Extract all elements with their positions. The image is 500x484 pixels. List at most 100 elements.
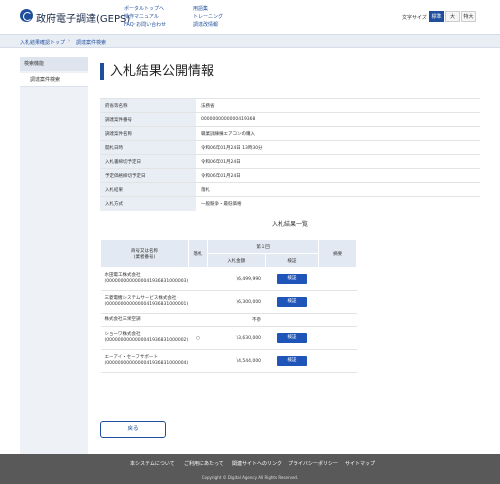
case-info-table: 府省等名称 法務省 調達案件番号 0000000000000419368 調達案件名… — [100, 98, 480, 211]
col-awarded-header: 落札 — [187, 239, 208, 268]
vendor-name: 水田電工株式会社 — [104, 273, 141, 278]
info-label: 府省等名称 — [100, 98, 196, 113]
vendor-name: 三菱電機システムサービス株式会社 — [104, 296, 177, 301]
info-value: 法務省 — [196, 98, 480, 113]
summary-cell — [318, 326, 357, 350]
amount-cell: \3,630,000 — [207, 326, 266, 350]
summary-cell — [318, 313, 357, 327]
awarded-cell — [188, 290, 208, 314]
info-value: 0000000000000419368 — [196, 112, 480, 127]
header-link-procurement-info[interactable]: 調達改情報 — [193, 21, 218, 28]
geps-logo-icon[interactable] — [20, 9, 33, 22]
verify-button[interactable]: 検証 — [276, 356, 307, 366]
col-vendor-sublabel: (業者番号) — [133, 254, 156, 260]
font-size-xlarge-button[interactable]: 特大 — [461, 11, 476, 22]
site-logo-text[interactable]: 政府電子調達(GEPS) — [36, 10, 130, 25]
vendor-name: エーアイ・セーフサポート — [104, 355, 158, 360]
footer-link-usage[interactable]: ご利用にあたって — [184, 460, 224, 467]
info-label: 予定価格締切予定日 — [100, 168, 196, 183]
back-button[interactable]: 戻る — [100, 421, 166, 438]
results-title: 入札結果一覧 — [271, 221, 308, 228]
page-title: 入札結果公開情報 — [110, 64, 215, 79]
info-row: 調達案件名称 職業訓練棟エアコンの購入 — [100, 126, 480, 141]
header-link-portal-top[interactable]: ポータルトップへ — [124, 5, 164, 12]
verify-button[interactable]: 検証 — [276, 274, 307, 284]
col-vendor-label: 商号又は名称 — [130, 248, 158, 254]
info-row: 入札書締切予定日 令和06年01月24日 — [100, 154, 480, 169]
info-label: 入札結果 — [100, 182, 196, 197]
table-row: 株式会社三栄空調 不参 — [100, 313, 357, 327]
breadcrumb-separator: › — [68, 38, 70, 44]
header-link-faq[interactable]: FAQ･お問い合わせ — [124, 21, 166, 28]
vendor-cell: 水田電工株式会社 (0000000000000041936831000003) — [100, 267, 189, 291]
info-label: 調達案件名称 — [100, 126, 196, 141]
table-row: 水田電工株式会社 (0000000000000041936831000003) \… — [100, 267, 357, 291]
amount-cell: 不参 — [207, 313, 266, 327]
awarded-cell — [188, 267, 208, 291]
footer-link-about[interactable]: 本システムについて — [130, 460, 175, 467]
info-label: 入札方式 — [100, 196, 196, 211]
summary-cell — [318, 349, 357, 373]
page-title-accent — [100, 63, 104, 80]
vendor-code: (0000000000000041936831000003) — [104, 279, 189, 284]
copyright-text: Copyright © Digital Agency All Rights Re… — [201, 475, 299, 480]
col-summary-header: 摘要 — [318, 239, 357, 268]
info-value: 令和06年01月24日 — [196, 154, 480, 169]
vendor-cell: 三菱電機システムサービス株式会社 (00000000000000419368310… — [100, 290, 189, 314]
verify-cell: 検証 — [265, 290, 319, 314]
amount-cell: \6,300,000 — [207, 290, 266, 314]
font-size-large-button[interactable]: 大 — [445, 11, 460, 22]
table-row: エーアイ・セーフサポート (000000000000004193683100000… — [100, 349, 357, 373]
info-row: 調達案件番号 0000000000000419368 — [100, 112, 480, 127]
summary-cell — [318, 267, 357, 291]
verify-cell: 検証 — [265, 326, 319, 350]
bid-results-table: 商号又は名称 (業者番号) 落札 第１回 摘要 入札金額 検証 水田電工株式会社… — [100, 239, 357, 373]
col-vendor-header: 商号又は名称 (業者番号) — [100, 239, 189, 268]
vendor-cell: エーアイ・セーフサポート (000000000000004193683100000… — [100, 349, 189, 373]
verify-button[interactable]: 検証 — [276, 297, 307, 307]
breadcrumb-item-search[interactable]: 調達案件検索 — [76, 39, 106, 46]
col-verify-header: 検証 — [264, 253, 320, 268]
info-row: 入札結果 落札 — [100, 182, 480, 197]
summary-cell — [318, 290, 357, 314]
vendor-name: ショーワ株式会社 — [104, 332, 141, 337]
verify-cell: 検証 — [265, 349, 319, 373]
info-label: 調達案件番号 — [100, 112, 196, 127]
footer-link-privacy[interactable]: プライバシーポリシー — [288, 460, 338, 467]
breadcrumb-item-top[interactable]: 入札結果確認トップ — [20, 39, 65, 46]
info-value: 一般競争・最低価格 — [196, 196, 480, 211]
footer-link-sitemap[interactable]: サイトマップ — [345, 460, 375, 467]
col-amount-header: 入札金額 — [206, 253, 266, 268]
col-round-header: 第１回 — [206, 239, 320, 254]
sidebar-item-case-search[interactable]: 調達案件検索 — [20, 73, 88, 87]
verify-cell: 検証 — [265, 267, 319, 291]
header-link-glossary[interactable]: 用語集 — [193, 5, 208, 12]
font-size-standard-button[interactable]: 標準 — [429, 11, 444, 22]
footer-link-related-sites[interactable]: 関連サイトへのリンク — [232, 460, 282, 467]
info-value: 令和06年01月24日 13時30分 — [196, 140, 480, 155]
vendor-cell: ショーワ株式会社 (0000000000000041936831000002) — [100, 326, 189, 350]
vendor-name: 株式会社三栄空調 — [104, 317, 141, 322]
amount-cell: \4,544,000 — [207, 349, 266, 373]
table-row: 三菱電機システムサービス株式会社 (00000000000000419368310… — [100, 290, 357, 314]
verify-button[interactable]: 検証 — [276, 333, 307, 343]
vendor-code: (0000000000000041936831000001) — [104, 302, 189, 307]
info-value: 令和06年01月24日 — [196, 168, 480, 183]
info-row: 開札日時 令和06年01月24日 13時30分 — [100, 140, 480, 155]
sidebar: 検索機能 調達案件検索 — [20, 57, 88, 454]
vendor-code: (0000000000000041936831000002) — [104, 338, 189, 343]
amount-cell: \6,499,990 — [207, 267, 266, 291]
info-row: 入札方式 一般競争・最低価格 — [100, 196, 480, 211]
info-value: 職業訓練棟エアコンの購入 — [196, 126, 480, 141]
header-link-training[interactable]: トレーニング — [193, 13, 223, 20]
site-footer: 本システムについて ご利用にあたって 関連サイトへのリンク プライバシーポリシー… — [0, 454, 500, 484]
header-link-manual[interactable]: 操作マニュアル — [124, 13, 159, 20]
info-label: 開札日時 — [100, 140, 196, 155]
info-value: 落札 — [196, 182, 480, 197]
site-header: 政府電子調達(GEPS) ポータルトップへ 操作マニュアル FAQ･お問い合わせ… — [0, 0, 500, 34]
verify-cell — [265, 313, 319, 327]
font-size-label: 文字サイズ — [402, 15, 427, 21]
info-row: 府省等名称 法務省 — [100, 98, 480, 113]
awarded-cell: ○ — [188, 326, 208, 350]
awarded-cell — [188, 349, 208, 373]
